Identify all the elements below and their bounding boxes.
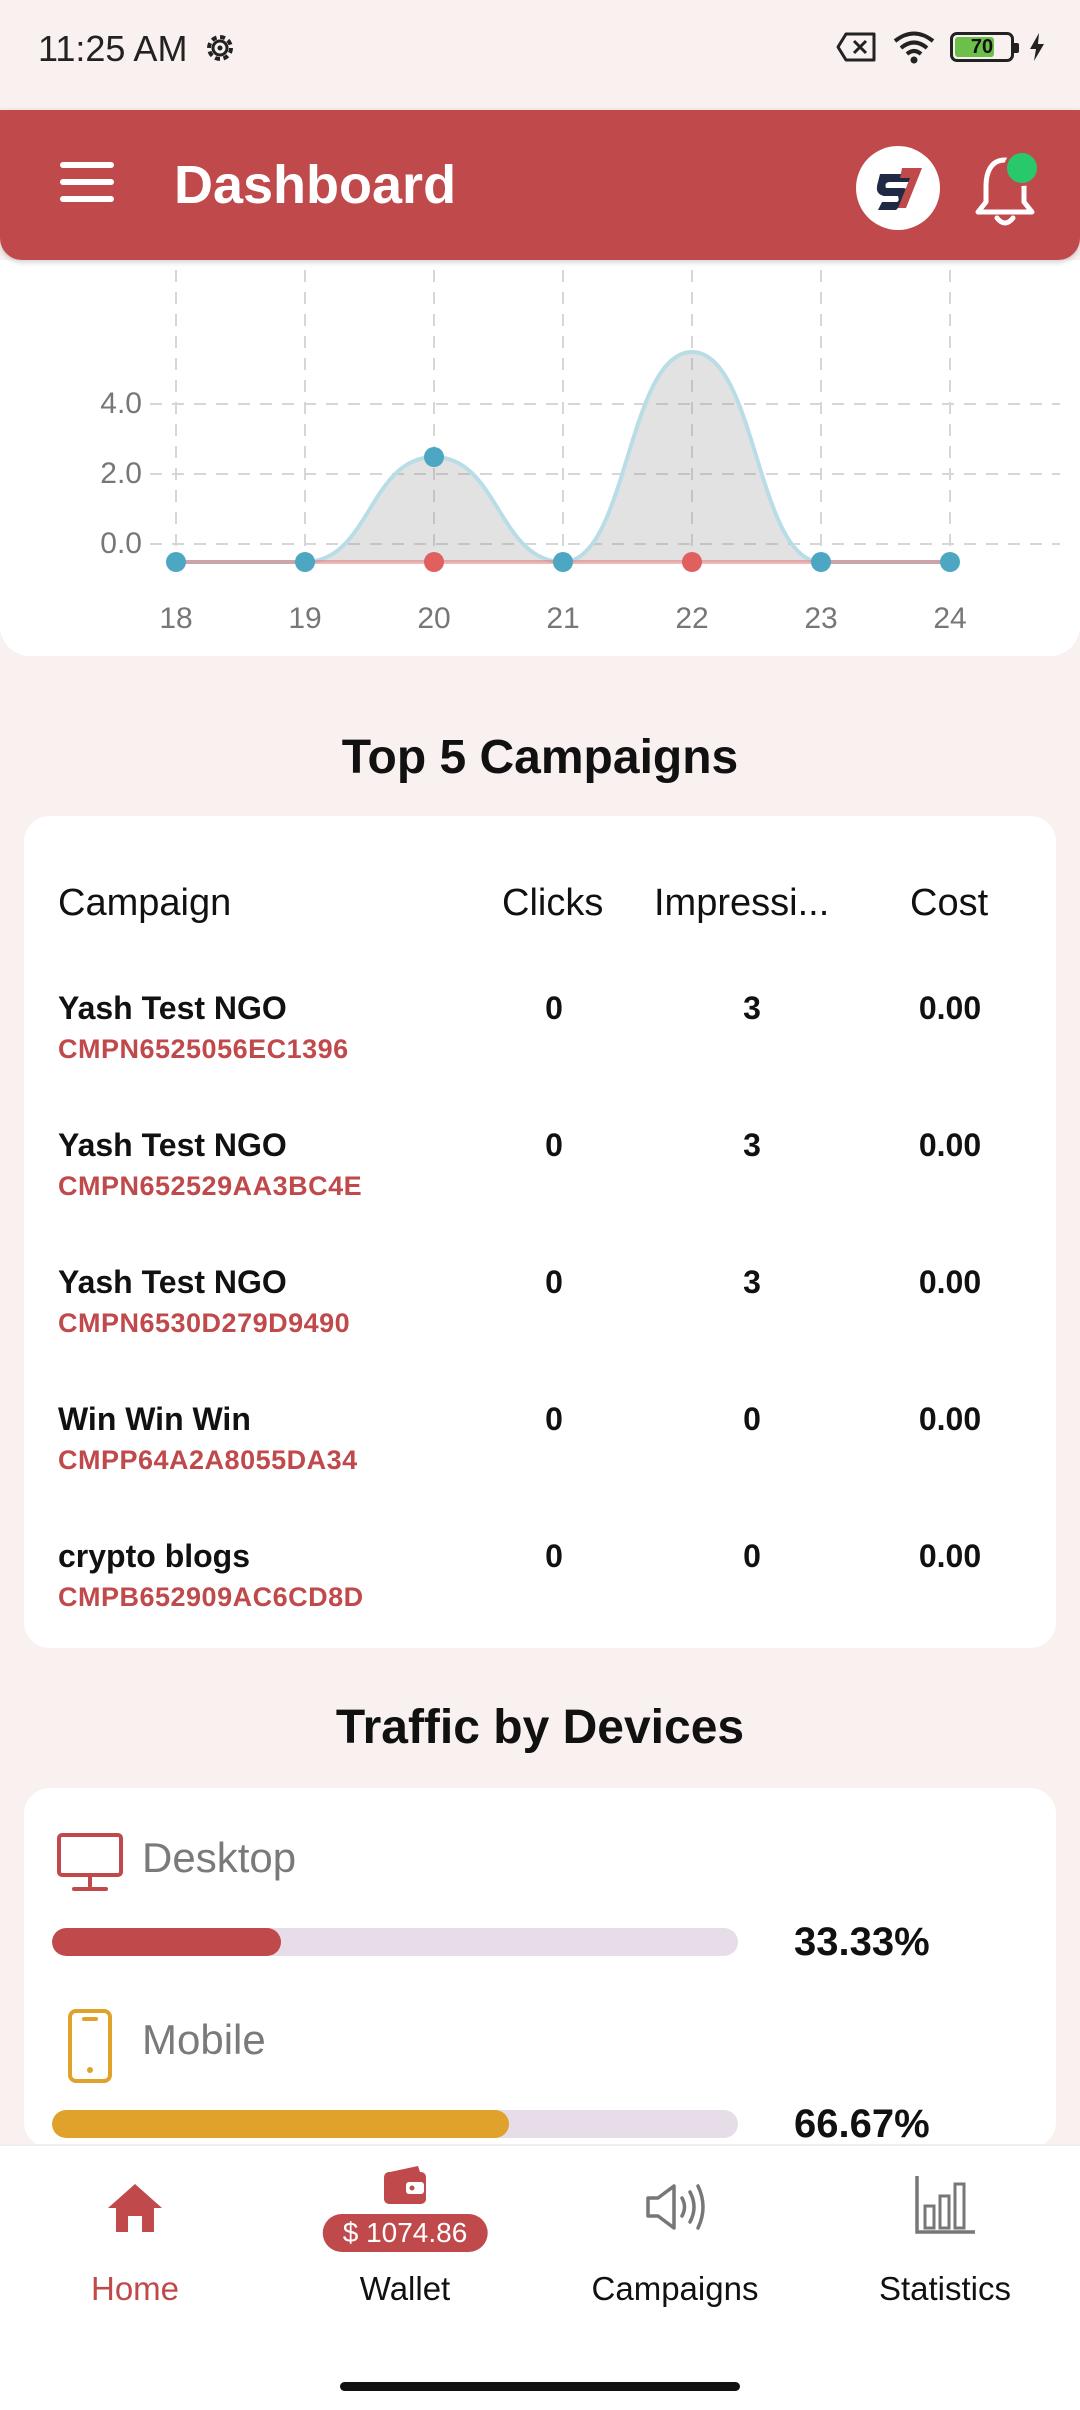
- campaign-clicks: 0: [545, 1538, 563, 1574]
- x-tick-label: 24: [933, 602, 966, 635]
- desktop-progress-bar: [52, 1928, 738, 1956]
- campaign-cost: 0.00: [918, 1127, 982, 1163]
- charging-icon: [1030, 33, 1044, 61]
- campaign-impressions: 3: [743, 990, 761, 1026]
- battery-level: 70: [970, 36, 994, 58]
- campaign-name: Yash Test NGO: [58, 1127, 287, 1163]
- column-header-campaign[interactable]: Campaign: [58, 882, 231, 925]
- campaign-id: CMPN6530D279D9490: [58, 1308, 351, 1338]
- devices-title: Traffic by Devices: [335, 1701, 745, 1754]
- x-tick-label: 19: [288, 602, 321, 635]
- battery-icon: 70: [950, 32, 1019, 62]
- data-point: [424, 447, 444, 467]
- campaign-clicks: 0: [545, 1264, 563, 1300]
- mobile-icon: [68, 2009, 112, 2083]
- campaign-clicks: 0: [545, 990, 563, 1026]
- bar-chart-icon: [915, 2176, 975, 2234]
- campaign-id: CMPN652529AA3BC4E: [58, 1171, 363, 1201]
- campaign-id: CMPN6525056EC1396: [58, 1034, 349, 1064]
- campaign-id: CMPB652909AC6CD8D: [58, 1582, 364, 1612]
- page-title: Dashboard: [174, 155, 457, 215]
- desktop-progress-fill: [52, 1928, 281, 1956]
- menu-icon[interactable]: [60, 162, 114, 208]
- sim-off-icon: [836, 32, 876, 62]
- x-tick-label: 23: [804, 602, 837, 635]
- desktop-icon: [57, 1833, 123, 1891]
- device-percent-desktop: 33.33%: [794, 1920, 930, 1964]
- data-point: [682, 552, 702, 572]
- campaign-impressions: 3: [743, 1127, 761, 1163]
- x-tick-label: 20: [417, 602, 450, 635]
- campaign-cost: 0.00: [918, 1264, 982, 1300]
- nav-item-wallet[interactable]: $ 1074.86 Wallet: [270, 2146, 540, 2346]
- wallet-icon: [384, 2166, 426, 2204]
- data-point: [166, 552, 186, 572]
- y-tick-label: 4.0: [100, 387, 142, 420]
- wallet-balance-badge: $ 1074.86: [322, 2214, 488, 2252]
- y-tick-label: 2.0: [100, 457, 142, 490]
- campaign-id: CMPP64A2A8055DA34: [58, 1445, 358, 1475]
- notification-dot: [1004, 150, 1040, 186]
- campaign-name: Yash Test NGO: [58, 990, 287, 1026]
- nav-label-statistics: Statistics: [878, 2270, 1012, 2307]
- campaign-name: crypto blogs: [58, 1538, 251, 1574]
- campaign-cost: 0.00: [918, 1401, 982, 1437]
- app-header: Dashboard: [0, 110, 1080, 260]
- nav-item-statistics[interactable]: Statistics: [810, 2146, 1080, 2346]
- data-point: [424, 552, 444, 572]
- data-point: [811, 552, 831, 572]
- campaigns-card: [24, 816, 1056, 1648]
- campaign-impressions: 3: [743, 1264, 761, 1300]
- device-label-desktop: Desktop: [142, 1834, 297, 1881]
- megaphone-icon: [646, 2184, 705, 2230]
- data-point: [553, 552, 573, 572]
- home-indicator[interactable]: [340, 2382, 740, 2391]
- nav-label-campaigns: Campaigns: [591, 2270, 759, 2307]
- campaigns-title: Top 5 Campaigns: [341, 731, 739, 784]
- x-tick-label: 18: [159, 602, 192, 635]
- bottom-navigation: Home $ 1074.86 Wallet Campaigns Statisti…: [0, 2144, 1080, 2410]
- mobile-progress-bar: [52, 2110, 738, 2138]
- campaign-impressions: 0: [743, 1538, 761, 1574]
- brand-logo[interactable]: [856, 146, 940, 230]
- gear-icon: [207, 35, 233, 61]
- nav-item-campaigns[interactable]: Campaigns: [540, 2146, 810, 2346]
- nav-label-home: Home: [90, 2270, 180, 2307]
- campaign-name: Yash Test NGO: [58, 1264, 287, 1300]
- home-icon: [108, 2184, 162, 2232]
- nav-item-home[interactable]: Home: [0, 2146, 270, 2346]
- wifi-icon: [893, 31, 935, 64]
- status-bar: 11:25 AM 70: [0, 0, 1080, 100]
- x-tick-label: 21: [546, 602, 579, 635]
- y-tick-label: 0.0: [100, 527, 142, 560]
- chart-card: 0.0 2.0 4.0 18 19 20 21 22 23 24: [0, 260, 1080, 656]
- status-time: 11:25 AM: [38, 28, 188, 69]
- x-tick-label: 22: [675, 602, 708, 635]
- campaign-cost: 0.00: [918, 1538, 982, 1574]
- mobile-progress-fill: [52, 2110, 510, 2138]
- column-header-cost[interactable]: Cost: [910, 882, 988, 925]
- data-point: [295, 552, 315, 572]
- campaign-cost: 0.00: [918, 990, 982, 1026]
- campaign-name: Win Win Win: [58, 1401, 251, 1437]
- column-header-impressions[interactable]: Impressi...: [654, 882, 829, 925]
- campaign-clicks: 0: [545, 1127, 563, 1163]
- data-point: [940, 552, 960, 572]
- campaign-impressions: 0: [743, 1401, 761, 1437]
- device-label-mobile: Mobile: [142, 2016, 266, 2063]
- device-percent-mobile: 66.67%: [794, 2102, 930, 2146]
- campaign-clicks: 0: [545, 1401, 563, 1437]
- activity-chart: 0.0 2.0 4.0 18 19 20 21 22 23 24: [100, 270, 1060, 635]
- column-header-clicks[interactable]: Clicks: [502, 882, 603, 925]
- nav-label-wallet: Wallet: [359, 2270, 451, 2307]
